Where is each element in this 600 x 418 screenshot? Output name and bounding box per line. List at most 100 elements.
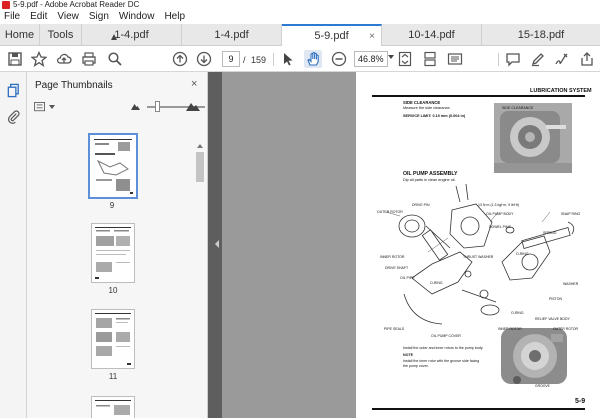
zoom-dropdown-icon[interactable] [388,55,394,59]
print-icon[interactable] [80,50,98,68]
menu-file[interactable]: File [0,10,25,24]
toolbar: 9 / 159 46.8% [0,46,600,72]
options-list-icon [34,102,45,112]
service-limit: SERVICE LIMIT: 0.10 mm (0.004 in) [403,114,466,118]
fit-page-icon[interactable] [396,50,414,68]
bookmark-star-icon[interactable] [30,50,48,68]
chevron-down-icon [49,105,55,109]
tab-home[interactable]: Home [0,24,40,46]
thumbnail-page-9[interactable] [88,133,138,199]
label-o-ring-2: O-RING [430,281,443,285]
select-cursor-icon[interactable] [279,50,297,68]
label-outer-rotor: OUTER ROTOR [377,210,403,214]
scroll-mode-icon[interactable] [421,50,439,68]
label-oil-pipe: OIL PIPE [400,276,415,280]
window-title: 5-9.pdf - Adobe Acrobat Reader DC [13,0,140,9]
left-navigation-rail [0,72,27,418]
menu-sign[interactable]: Sign [84,10,114,24]
zoom-out-icon[interactable] [330,50,348,68]
label-pipe-seals: PIPE SEALS [384,327,405,331]
toolbar-divider [498,53,499,66]
thumbnail-options-button[interactable] [34,100,56,114]
comment-icon[interactable] [504,50,522,68]
close-tab-icon[interactable]: × [369,31,375,42]
shrink-thumbnails-icon[interactable] [111,34,117,40]
scroll-up-icon[interactable] [197,144,203,148]
acrobat-app-icon [2,1,10,9]
upload-cloud-icon[interactable] [55,50,73,68]
previous-page-icon[interactable] [171,50,189,68]
page-number-input[interactable]: 9 [222,51,240,67]
page-number: 5-9 [575,398,586,405]
tab-doc-4-label: 10-14.pdf [408,29,455,41]
menu-window[interactable]: Window [114,10,160,24]
label-oil-pump-cover: OIL PUMP COVER [431,334,461,338]
label-inner-rotor: INNER ROTOR [380,255,405,259]
enlarge-thumbnails-icon[interactable] [186,101,200,111]
save-icon[interactable] [6,50,24,68]
photo-outer-rotor-label: OUTER ROTOR [553,327,578,331]
menu-view[interactable]: View [52,10,84,24]
zoom-level-input[interactable]: 46.8% [354,51,388,67]
thumbnail-page-11[interactable] [91,309,135,369]
tab-doc-2-label: 1-4.pdf [214,29,249,41]
thumbnail-page-11-preview [95,313,131,365]
hand-tool-icon[interactable] [304,50,322,68]
thumbnail-page-10-preview [95,227,131,279]
tab-bar: Home Tools 1-4.pdf 1-4.pdf 5-9.pdf × 10-1… [0,24,600,46]
label-washer: WASHER [563,282,579,286]
thumbnail-label-11: 11 [108,372,118,381]
menu-bar: File Edit View Sign Window Help [0,10,600,24]
attachments-paperclip-icon[interactable] [5,108,22,125]
share-icon[interactable] [578,50,596,68]
menu-help[interactable]: Help [159,10,190,24]
label-snap-ring: SNAP RING [561,212,581,216]
label-o-ring-3: O-RING [511,311,524,315]
thumbnail-page-12[interactable] [91,396,135,418]
footer-rule [372,408,585,410]
page-total: 159 [251,55,267,65]
tab-doc-5[interactable]: 15-18.pdf [482,24,600,46]
header-rule [372,95,585,97]
page-header: LUBRICATION SYSTEM [530,88,592,94]
tab-doc-2[interactable]: 1-4.pdf [182,24,282,46]
thumbnail-label-9: 9 [109,201,115,210]
photo-groove-label: GROOVE [535,384,550,388]
thumbnail-page-9-preview [94,139,133,194]
label-piston: PISTON [549,297,562,301]
tab-tools[interactable]: Tools [40,24,82,46]
thumbnail-page-10[interactable] [91,223,135,283]
collapse-panel-arrow-icon[interactable] [215,240,219,248]
tab-doc-3-label: 5-9.pdf [314,30,349,42]
thumbnail-label-10: 10 [108,286,118,295]
note-text-line-1: Install the inner rotor with the groove … [403,359,480,363]
highlight-pen-icon[interactable] [529,50,547,68]
thumbnail-scrollbar[interactable] [196,144,205,418]
pdf-page[interactable]: LUBRICATION SYSTEM SIDE CLEARANCE Measur… [356,72,600,418]
photo-inner-rotor-label: INNER ROTOR [498,327,522,331]
tab-doc-3[interactable]: 5-9.pdf × [282,24,382,46]
side-clearance-text: Measure the side clearance. [403,106,451,110]
sign-icon[interactable] [553,50,571,68]
tab-doc-1[interactable]: 1-4.pdf [82,24,182,46]
read-mode-icon[interactable] [446,50,464,68]
small-mountain-icon[interactable] [131,103,140,110]
label-spring: SPRING [543,231,557,235]
tab-doc-1-label: 1-4.pdf [114,29,149,41]
menu-edit[interactable]: Edit [25,10,52,24]
label-o-ring-1: O-RING [516,252,529,256]
next-page-icon[interactable] [195,50,213,68]
search-icon[interactable] [106,50,124,68]
page-thumbnails-icon[interactable] [5,82,22,99]
install-text: Install the outer and inner rotors to th… [403,346,484,350]
thumbnail-scroll-thumb[interactable] [196,152,204,182]
thumbnail-size-slider-knob[interactable] [155,101,160,112]
side-clearance-photo-label: SIDE CLEARANCE [502,106,534,110]
thumbnail-page-12-preview [95,400,131,415]
label-thrust-washer: THRUST WASHER [463,255,494,259]
tab-doc-5-label: 15-18.pdf [517,29,565,41]
tab-doc-4[interactable]: 10-14.pdf [382,24,482,46]
title-bar: 5-9.pdf - Adobe Acrobat Reader DC [0,0,600,10]
close-panel-icon[interactable]: × [191,78,197,90]
label-oil-pump-body: OIL PUMP BODY [486,212,514,216]
